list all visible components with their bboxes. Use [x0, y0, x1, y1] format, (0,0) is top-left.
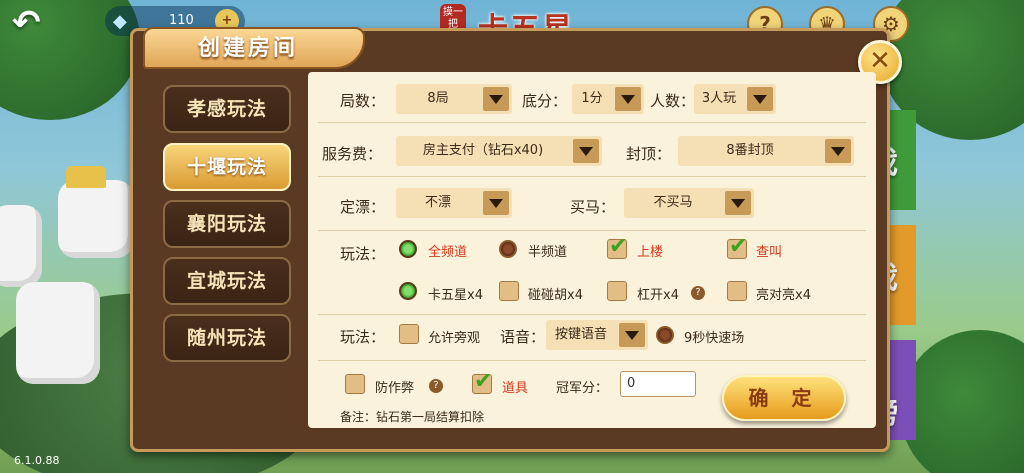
- rounds-select[interactable]: 8局: [396, 84, 512, 114]
- divider: [318, 122, 866, 123]
- piao-label: 定漂：: [340, 198, 386, 216]
- cap-value: 8番封顶: [726, 143, 774, 158]
- diamond-count: 110: [169, 13, 194, 28]
- base-score-select[interactable]: 1分: [572, 84, 644, 114]
- option-gangkai: 杠开x4: [637, 288, 679, 303]
- maima-label: 买马：: [570, 198, 616, 216]
- cap-label: 封顶：: [626, 145, 672, 163]
- chevron-down-icon: [573, 139, 599, 163]
- option-allow-watch: 允许旁观: [428, 331, 481, 346]
- divider: [318, 360, 866, 361]
- mascot-tile: [0, 205, 42, 287]
- radio-fast-mode[interactable]: [656, 326, 674, 344]
- option-liangduiliang: 亮对亮x4: [756, 288, 811, 303]
- play2-label: 玩法：: [340, 328, 386, 346]
- voice-value: 按键语音: [554, 327, 607, 342]
- option-half-channel: 半频道: [528, 245, 568, 260]
- checkbox-anti-cheat[interactable]: [345, 374, 365, 394]
- confirm-button[interactable]: 确 定: [722, 375, 846, 421]
- help-icon[interactable]: ?: [691, 286, 705, 300]
- diamond-icon: ◆: [113, 11, 127, 32]
- cap-select[interactable]: 8番封顶: [678, 136, 854, 166]
- rounds-value: 8局: [427, 91, 449, 106]
- base-score-value: 1分: [581, 91, 603, 106]
- checkbox-props[interactable]: [472, 369, 492, 394]
- divider: [318, 314, 866, 315]
- chevron-down-icon: [725, 191, 751, 215]
- voice-select[interactable]: 按键语音: [546, 320, 648, 350]
- divider: [318, 176, 866, 177]
- mascot-tile: [58, 180, 134, 258]
- maima-select[interactable]: 不买马: [624, 188, 754, 218]
- radio-kawuxing[interactable]: [399, 282, 417, 300]
- service-fee-select[interactable]: 房主支付（钻石x40): [396, 136, 602, 166]
- mode-tab-suizhou[interactable]: 随州玩法: [163, 314, 291, 362]
- note-text: 备注：钻石第一局结算扣除: [340, 410, 485, 424]
- mode-tab-xiaogan[interactable]: 孝感玩法: [163, 85, 291, 133]
- base-score-label: 底分：: [522, 92, 568, 110]
- checkbox-gangkai[interactable]: [607, 281, 627, 301]
- service-fee-value: 房主支付（钻石x40): [422, 143, 544, 158]
- radio-half-channel[interactable]: [499, 240, 517, 258]
- background-tree: [900, 330, 1024, 473]
- chevron-down-icon: [483, 87, 509, 111]
- chevron-down-icon: [825, 139, 851, 163]
- option-fast-mode: 9秒快速场: [684, 331, 745, 346]
- checkbox-liangduiliang[interactable]: [727, 281, 747, 301]
- mode-tab-yicheng[interactable]: 宜城玩法: [163, 257, 291, 305]
- radio-full-channel[interactable]: [399, 240, 417, 258]
- option-kawuxing: 卡五星x4: [428, 288, 483, 303]
- checkbox-pengpenghu[interactable]: [499, 281, 519, 301]
- checkbox-shanglou[interactable]: [607, 234, 627, 259]
- players-select[interactable]: 3人玩: [694, 84, 776, 114]
- mode-tab-shiyan[interactable]: 十堰玩法: [163, 143, 291, 191]
- checkbox-allow-watch[interactable]: [399, 324, 419, 344]
- voice-label: 语音：: [500, 328, 546, 346]
- option-chajiao: 查叫: [756, 245, 783, 260]
- option-props: 道具: [502, 381, 529, 396]
- players-value: 3人玩: [701, 91, 737, 106]
- mascot-tile: [16, 282, 100, 384]
- rounds-label: 局数：: [340, 92, 386, 110]
- back-arrow-icon[interactable]: ↶: [12, 6, 62, 42]
- dialog-title: 创建房间: [198, 36, 299, 61]
- option-anti-cheat: 防作弊: [375, 381, 415, 396]
- play-label: 玩法：: [340, 245, 386, 263]
- option-full-channel: 全频道: [428, 245, 468, 260]
- option-pengpenghu: 碰碰胡x4: [528, 288, 583, 303]
- champion-label: 冠军分：: [556, 381, 609, 396]
- version-label: 6.1.0.88: [14, 454, 60, 467]
- chevron-down-icon: [483, 191, 509, 215]
- checkbox-chajiao[interactable]: [727, 234, 747, 259]
- chevron-down-icon: [747, 87, 773, 111]
- maima-value: 不买马: [653, 195, 693, 210]
- crown-icon: [66, 166, 106, 188]
- chevron-down-icon: [619, 323, 645, 347]
- help-icon[interactable]: ?: [429, 379, 443, 393]
- option-shanglou: 上楼: [637, 245, 664, 260]
- chevron-down-icon: [615, 87, 641, 111]
- mode-tab-xiangyang[interactable]: 襄阳玩法: [163, 200, 291, 248]
- service-fee-label: 服务费：: [322, 145, 383, 163]
- piao-select[interactable]: 不漂: [396, 188, 512, 218]
- piao-value: 不漂: [424, 195, 451, 210]
- divider: [318, 230, 866, 231]
- champion-score-input[interactable]: 0: [620, 371, 696, 397]
- players-label: 人数：: [650, 92, 696, 110]
